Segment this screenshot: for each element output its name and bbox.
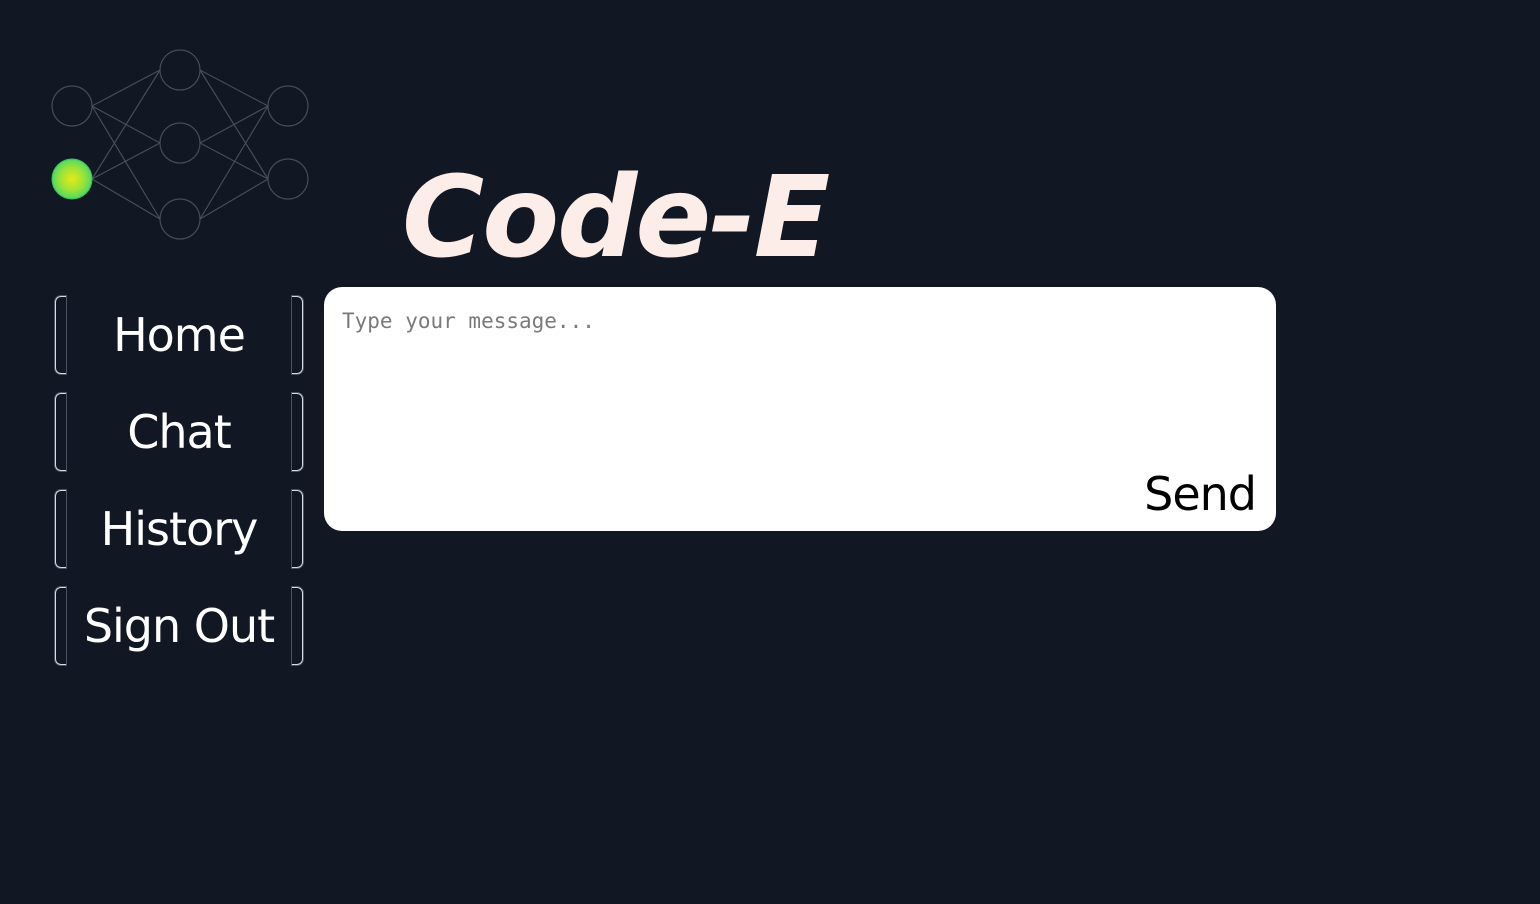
active-node-icon — [51, 158, 93, 200]
neural-network-icon — [51, 49, 309, 240]
nav-home-button[interactable]: Home — [54, 296, 304, 374]
send-button[interactable]: Send — [1144, 467, 1257, 521]
nav-sign-out-button[interactable]: Sign Out — [54, 587, 304, 665]
nav-chat-button[interactable]: Chat — [54, 393, 304, 471]
sidebar-nav: Home Chat History Sign Out — [54, 296, 306, 684]
app-title: Code-E — [402, 153, 830, 283]
message-input[interactable] — [342, 309, 1242, 449]
nav-history-button[interactable]: History — [54, 490, 304, 568]
chat-input-panel: Send — [324, 287, 1276, 531]
